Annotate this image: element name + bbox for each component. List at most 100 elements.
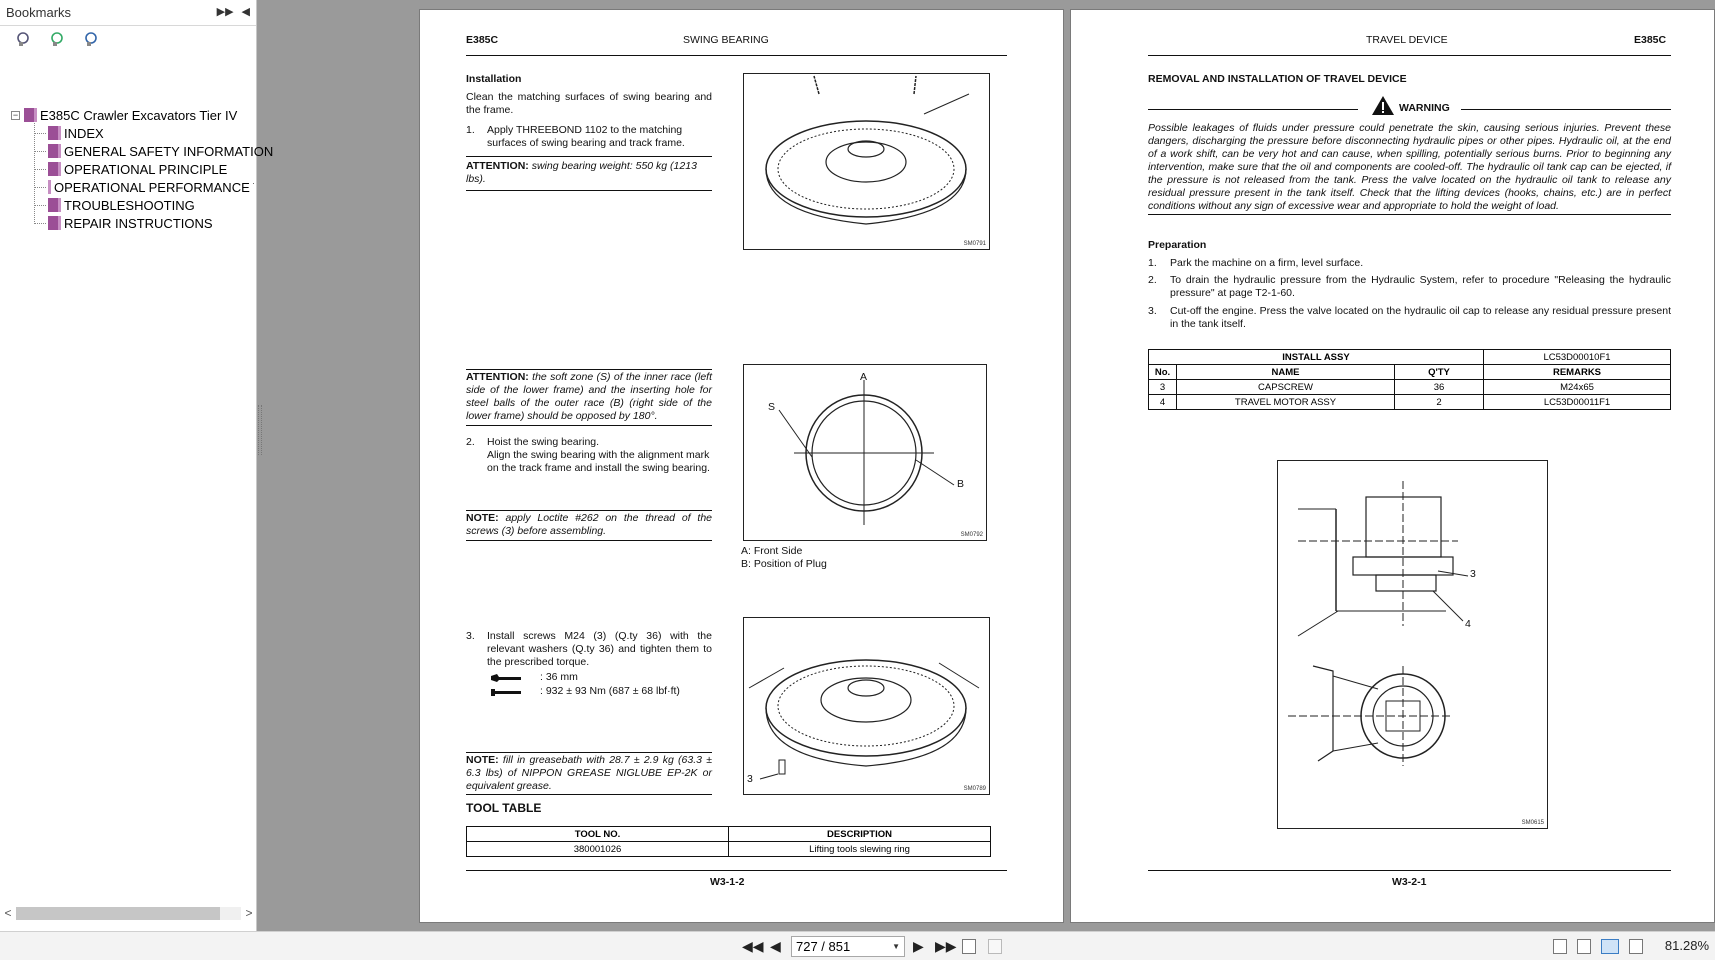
torque-wrench-icon: [491, 689, 521, 696]
scroll-left-icon[interactable]: <: [0, 906, 16, 920]
table-header-row: TOOL NO. DESCRIPTION: [466, 826, 991, 842]
table-header: DESCRIPTION: [728, 826, 991, 842]
intro-text: Clean the matching surfaces of swing bea…: [466, 91, 712, 116]
continuous-view-icon[interactable]: [1577, 939, 1591, 954]
step-1-text: Apply THREEBOND 1102 to the matching sur…: [487, 124, 685, 149]
bookmark-label: INDEX: [64, 125, 104, 141]
bookmark-label: GENERAL SAFETY INFORMATION: [64, 143, 274, 159]
step-number: 2.: [1148, 274, 1157, 286]
note-label: NOTE:: [466, 754, 499, 766]
bookmark-item-principle[interactable]: OPERATIONAL PRINCIPLE: [48, 160, 227, 178]
preparation-heading: Preparation: [1148, 239, 1207, 251]
tool-table: TOOL NO. DESCRIPTION 380001026 Lifting t…: [466, 826, 991, 857]
torque-value: : 932 ± 93 Nm (687 ± 68 lbf·ft): [540, 685, 680, 697]
bookmark-root[interactable]: − E385C Crawler Excavators Tier IV: [11, 106, 237, 124]
scroll-right-icon[interactable]: >: [241, 906, 257, 920]
bookmark-item-index[interactable]: INDEX: [48, 124, 104, 142]
bookmarks-panel: Bookmarks ▶▶ ◀ − E385C Crawler Excavator…: [0, 0, 273, 931]
attention-label: ATTENTION:: [466, 371, 529, 383]
bookmark-label: REPAIR INSTRUCTIONS: [64, 215, 213, 231]
table-header: REMARKS: [1483, 364, 1671, 380]
bookmark-icon: [48, 144, 61, 158]
single-page-view-icon[interactable]: [1553, 939, 1567, 954]
facing-view-icon[interactable]: [1601, 939, 1619, 954]
table-header: No.: [1148, 364, 1177, 380]
table-title-row: INSTALL ASSY LC53D00010F1: [1148, 349, 1671, 365]
collapse-toggle-icon[interactable]: −: [11, 110, 20, 120]
page-model: E385C: [466, 34, 499, 46]
next-view-icon[interactable]: [988, 939, 1002, 954]
page-number: W3-1-2: [710, 876, 745, 888]
page-number-value: 727 / 851: [796, 939, 851, 954]
note-2: NOTE: fill in greasebath with 28.7 ± 2.9…: [466, 754, 712, 793]
find-bookmark-icon[interactable]: [84, 31, 100, 47]
table-row: 4 TRAVEL MOTOR ASSY 2 LC53D00011F1: [1148, 394, 1671, 410]
table-row: 3 CAPSCREW 36 M24x65: [1148, 379, 1671, 395]
figure-travel-device: 3 4 SM0615: [1277, 460, 1548, 829]
figure-label-a: A: [860, 371, 868, 383]
previous-view-icon[interactable]: [962, 939, 976, 954]
page-section-title: TRAVEL DEVICE: [1366, 34, 1448, 46]
bookmark-item-performance[interactable]: OPERATIONAL PERFORMANCE TES: [48, 178, 254, 196]
bookmark-item-troubleshooting[interactable]: TROUBLESHOOTING: [48, 196, 195, 214]
figure-screw-install: 3 SM0789: [743, 617, 990, 795]
bookmark-item-safety[interactable]: GENERAL SAFETY INFORMATION: [48, 142, 273, 160]
installation-heading: Installation: [466, 73, 522, 85]
table-cell: 2: [1394, 394, 1484, 410]
table-cell: LC53D00011F1: [1483, 394, 1671, 410]
step-number: 3.: [466, 630, 475, 642]
document-page-left: E385C SWING BEARING Installation Clean t…: [419, 9, 1064, 923]
bookmark-icon: [48, 162, 61, 176]
bookmark-options-icon[interactable]: [16, 31, 32, 47]
bookmarks-title: Bookmarks: [6, 5, 72, 20]
chevron-down-icon[interactable]: ▼: [892, 942, 900, 951]
tool-table-title: TOOL TABLE: [466, 801, 542, 815]
figure-code: SM0615: [1521, 820, 1544, 826]
next-page-icon[interactable]: ▶: [913, 938, 924, 955]
warning-title: WARNING: [1399, 102, 1450, 114]
prep-step-2: To drain the hydraulic pressure from the…: [1170, 274, 1671, 299]
scrollbar-thumb[interactable]: [16, 906, 220, 920]
first-page-icon[interactable]: ◀◀: [742, 938, 764, 955]
table-header-row: No. NAME Q'TY REMARKS: [1148, 364, 1671, 380]
page-model: E385C: [1634, 34, 1667, 46]
bookmark-label: TROUBLESHOOTING: [64, 197, 195, 213]
pdf-viewer: Bookmarks ▶▶ ◀ − E385C Crawler Excavator…: [0, 0, 1715, 960]
horizontal-scrollbar[interactable]: < >: [0, 905, 257, 921]
bookmark-icon: [48, 126, 61, 140]
table-cell: CAPSCREW: [1176, 379, 1395, 395]
table-title: INSTALL ASSY: [1148, 349, 1484, 365]
attention-2: ATTENTION: the soft zone (S) of the inne…: [466, 371, 712, 423]
table-cell: M24x65: [1483, 379, 1671, 395]
table-header: NAME: [1176, 364, 1395, 380]
table-cell: 4: [1148, 394, 1177, 410]
bookmark-item-repair[interactable]: REPAIR INSTRUCTIONS: [48, 214, 213, 232]
section-heading: REMOVAL AND INSTALLATION OF TRAVEL DEVIC…: [1148, 73, 1407, 85]
figure-label-3: 3: [1470, 568, 1476, 580]
figure-code: SM0792: [960, 532, 983, 538]
install-assy-table: INSTALL ASSY LC53D00010F1 No. NAME Q'TY …: [1148, 349, 1671, 410]
previous-page-icon[interactable]: ◀: [770, 938, 781, 955]
legend-b: B: Position of Plug: [741, 558, 827, 570]
attention-1: ATTENTION: swing bearing weight: 550 kg …: [466, 160, 712, 186]
expand-bookmark-icon[interactable]: [50, 31, 66, 47]
bookmark-label: OPERATIONAL PRINCIPLE: [64, 161, 228, 177]
expand-panel-icon[interactable]: ▶▶: [217, 5, 234, 18]
last-page-icon[interactable]: ▶▶: [935, 938, 957, 955]
note-label: NOTE:: [466, 512, 499, 524]
prep-step-3: Cut-off the engine. Press the valve loca…: [1170, 305, 1671, 330]
bookmark-icon: [48, 216, 61, 230]
table-cell: 380001026: [466, 841, 729, 857]
collapse-panel-icon[interactable]: ◀: [242, 5, 250, 18]
figure-label-4: 4: [1465, 618, 1471, 630]
zoom-level[interactable]: 81.28%: [1665, 938, 1709, 953]
figure-code: SM0789: [963, 786, 986, 792]
wrench-icon: [491, 674, 521, 682]
legend-a: A: Front Side: [741, 545, 803, 557]
figure-swing-bearing-hoist: SM0791: [743, 73, 990, 250]
bookmark-icon: [24, 108, 37, 122]
panel-splitter[interactable]: [258, 405, 262, 455]
step-number: 1.: [466, 124, 475, 136]
continuous-facing-view-icon[interactable]: [1629, 939, 1643, 954]
page-number-field[interactable]: 727 / 851 ▼: [791, 936, 905, 957]
